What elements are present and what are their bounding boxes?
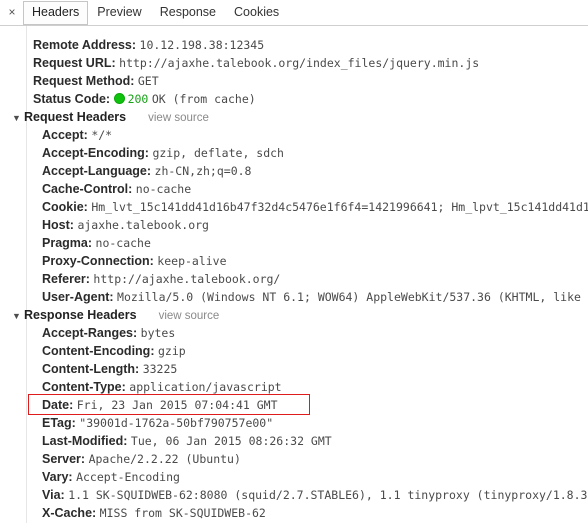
table-row: Last-Modified: Tue, 06 Jan 2015 08:26:32… (0, 432, 588, 450)
table-row: Accept-Ranges: bytes (0, 324, 588, 342)
response-headers-view-source[interactable]: view source (159, 310, 220, 322)
table-row: Via: 1.1 SK-SQUIDWEB-62:8080 (squid/2.7.… (0, 486, 588, 504)
header-name: Content-Type: (42, 380, 126, 394)
header-name: Vary: (42, 470, 73, 484)
request-method-label: Request Method: (33, 74, 135, 88)
header-value: Accept-Encoding (76, 470, 180, 484)
request-headers-view-source[interactable]: view source (148, 112, 209, 124)
table-row: Proxy-Connection: keep-alive (0, 252, 588, 270)
chevron-down-icon[interactable]: ▼ (12, 307, 22, 324)
table-row: X-Cache: MISS from SK-SQUIDWEB-62 (0, 504, 588, 522)
etag-row: ETag: "39001d-1762a-50bf790757e00" (0, 414, 588, 432)
table-row: Server: Apache/2.2.22 (Ubuntu) (0, 450, 588, 468)
status-code-row: Status Code: 200 OK (from cache) (0, 90, 588, 108)
tab-cookies[interactable]: Cookies (225, 1, 288, 25)
table-row: Content-Encoding: gzip (0, 342, 588, 360)
request-method-value: GET (137, 74, 159, 88)
status-code-number: 200 (127, 92, 149, 106)
header-value: 1.1 SK-SQUIDWEB-62:8080 (squid/2.7.STABL… (68, 488, 588, 502)
request-headers-section-header[interactable]: ▼ Request Headers view source (0, 108, 588, 126)
table-row: Accept-Encoding: gzip, deflate, sdch (0, 144, 588, 162)
header-value: http://ajaxhe.talebook.org/ (93, 272, 281, 286)
table-row: Accept-Language: zh-CN,zh;q=0.8 (0, 162, 588, 180)
header-name: X-Cache: (42, 506, 97, 520)
table-row: User-Agent: Mozilla/5.0 (Windows NT 6.1;… (0, 288, 588, 306)
header-value: bytes (140, 326, 176, 340)
table-row: Host: ajaxhe.talebook.org (0, 216, 588, 234)
header-name: Content-Encoding: (42, 344, 155, 358)
header-name: Accept-Language: (42, 164, 152, 178)
header-value: no-cache (95, 236, 151, 250)
header-value: zh-CN,zh;q=0.8 (154, 164, 252, 178)
header-value: application/javascript (129, 380, 282, 394)
table-row: Referer: http://ajaxhe.talebook.org/ (0, 270, 588, 288)
header-name: Cache-Control: (42, 182, 133, 196)
header-name: Accept-Encoding: (42, 146, 149, 160)
request-url-row: Request URL: http://ajaxhe.talebook.org/… (0, 54, 588, 72)
header-value: "39001d-1762a-50bf790757e00" (79, 416, 274, 430)
chevron-down-icon[interactable]: ▼ (12, 109, 22, 126)
tab-headers[interactable]: Headers (23, 0, 89, 25)
response-headers-section-header[interactable]: ▼ Response Headers view source (0, 306, 588, 324)
header-value: Fri, 23 Jan 2015 07:04:41 GMT (76, 398, 278, 412)
header-name: Host: (42, 218, 74, 232)
header-name: ETag: (42, 416, 76, 430)
header-name: Content-Length: (42, 362, 140, 376)
close-icon[interactable]: × (4, 5, 20, 21)
request-headers-title: Request Headers (24, 110, 127, 124)
headers-panel: Remote Address: 10.12.198.38:12345 Reque… (0, 27, 588, 523)
header-name: Proxy-Connection: (42, 254, 154, 268)
header-name: Accept-Ranges: (42, 326, 138, 340)
header-value: gzip (157, 344, 186, 358)
header-name: Server: (42, 452, 86, 466)
remote-address-label: Remote Address: (33, 38, 137, 52)
status-code-label: Status Code: (33, 92, 111, 106)
header-name: Referer: (42, 272, 90, 286)
tab-response[interactable]: Response (151, 1, 225, 25)
header-value: MISS from SK-SQUIDWEB-62 (99, 506, 266, 520)
table-row: Vary: Accept-Encoding (0, 468, 588, 486)
header-name: Last-Modified: (42, 434, 128, 448)
header-value: 33225 (142, 362, 178, 376)
header-value: Tue, 06 Jan 2015 08:26:32 GMT (130, 434, 332, 448)
header-value: keep-alive (157, 254, 227, 268)
table-row: Content-Length: 33225 (0, 360, 588, 378)
header-name: Via: (42, 488, 65, 502)
devtools-tab-bar: × Headers Preview Response Cookies (0, 0, 588, 26)
request-url-label: Request URL: (33, 56, 116, 70)
remote-address-value: 10.12.198.38:12345 (139, 38, 265, 52)
header-value: Mozilla/5.0 (Windows NT 6.1; WOW64) Appl… (117, 290, 588, 304)
tab-preview[interactable]: Preview (88, 1, 150, 25)
request-method-row: Request Method: GET (0, 72, 588, 90)
request-url-value[interactable]: http://ajaxhe.talebook.org/index_files/j… (119, 56, 479, 70)
header-name: Accept: (42, 128, 88, 142)
table-row: Pragma: no-cache (0, 234, 588, 252)
table-row: Date: Fri, 23 Jan 2015 07:04:41 GMT (0, 396, 588, 414)
remote-address-row: Remote Address: 10.12.198.38:12345 (0, 36, 588, 54)
status-code-text: OK (from cache) (151, 92, 256, 106)
response-headers-title: Response Headers (24, 308, 137, 322)
table-row: Content-Type: application/javascript (0, 378, 588, 396)
header-value: no-cache (135, 182, 192, 196)
header-value: ajaxhe.talebook.org (77, 218, 209, 232)
header-value: Apache/2.2.22 (Ubuntu) (88, 452, 241, 466)
header-name: Date: (42, 398, 74, 412)
table-row: Accept: */* (0, 126, 588, 144)
table-row: Cookie: Hm_lvt_15c141dd41d16b47f32d4c547… (0, 198, 588, 216)
header-name: User-Agent: (42, 290, 114, 304)
header-name: Pragma: (42, 236, 93, 250)
header-value: Hm_lvt_15c141dd41d16b47f32d4c5476e1f6f4=… (91, 200, 588, 214)
status-ok-icon (113, 93, 125, 105)
header-name: Cookie: (42, 200, 88, 214)
header-value: gzip, deflate, sdch (152, 146, 284, 160)
header-value: */* (91, 128, 113, 142)
table-row: Cache-Control: no-cache (0, 180, 588, 198)
